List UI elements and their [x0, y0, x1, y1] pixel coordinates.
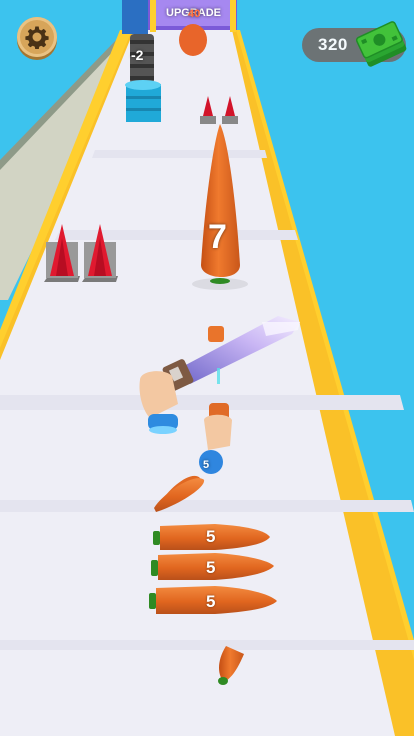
gate-value: 40	[188, 8, 201, 20]
hand-value: 5	[203, 459, 210, 471]
big-carrot-value: 7	[208, 218, 227, 256]
sliced-carrot-value: 5	[206, 558, 216, 577]
tire-stack-value: -2	[131, 47, 144, 63]
gear-icon	[25, 26, 49, 49]
distant-carrot	[179, 24, 207, 56]
settings-button[interactable]	[17, 17, 57, 57]
sliced-carrot-value: 5	[206, 527, 216, 546]
sliced-carrot-value: 5	[206, 592, 216, 611]
cash-stack-icon	[355, 21, 407, 67]
game-scene	[0, 0, 414, 736]
money-value: 320	[318, 35, 348, 54]
